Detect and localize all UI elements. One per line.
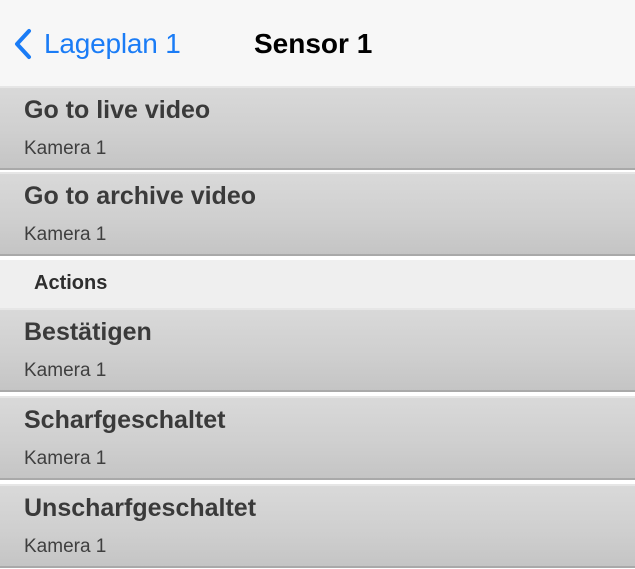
row-title: Unscharfgeschaltet — [24, 494, 257, 522]
row-title: Scharfgeschaltet — [24, 406, 226, 434]
navigation-bar: Lageplan 1 Sensor 1 — [0, 0, 635, 86]
row-subtitle: Kamera 1 — [24, 224, 107, 245]
row-subtitle: Kamera 1 — [24, 448, 107, 469]
row-title: Go to live video — [24, 96, 211, 124]
action-bestaetigen-row[interactable]: Bestätigen Kamera 1 — [0, 308, 635, 392]
back-button[interactable]: Lageplan 1 — [14, 22, 181, 66]
section-header-label: Actions — [34, 272, 108, 294]
chevron-left-icon — [14, 28, 32, 60]
row-subtitle: Kamera 1 — [24, 536, 107, 557]
row-title: Bestätigen — [24, 318, 152, 346]
actions-section-header: Actions — [0, 260, 635, 308]
action-scharfgeschaltet-row[interactable]: Scharfgeschaltet Kamera 1 — [0, 396, 635, 480]
action-unscharfgeschaltet-row[interactable]: Unscharfgeschaltet Kamera 1 — [0, 484, 635, 568]
row-title: Go to archive video — [24, 182, 257, 210]
back-button-label: Lageplan 1 — [44, 28, 181, 59]
row-subtitle: Kamera 1 — [24, 138, 107, 159]
page-title: Sensor 1 — [254, 28, 373, 59]
go-to-live-video-row[interactable]: Go to live video Kamera 1 — [0, 86, 635, 170]
screen: Lageplan 1 Sensor 1 Go to live video Kam… — [0, 0, 635, 569]
row-subtitle: Kamera 1 — [24, 360, 107, 381]
go-to-archive-video-row[interactable]: Go to archive video Kamera 1 — [0, 172, 635, 256]
